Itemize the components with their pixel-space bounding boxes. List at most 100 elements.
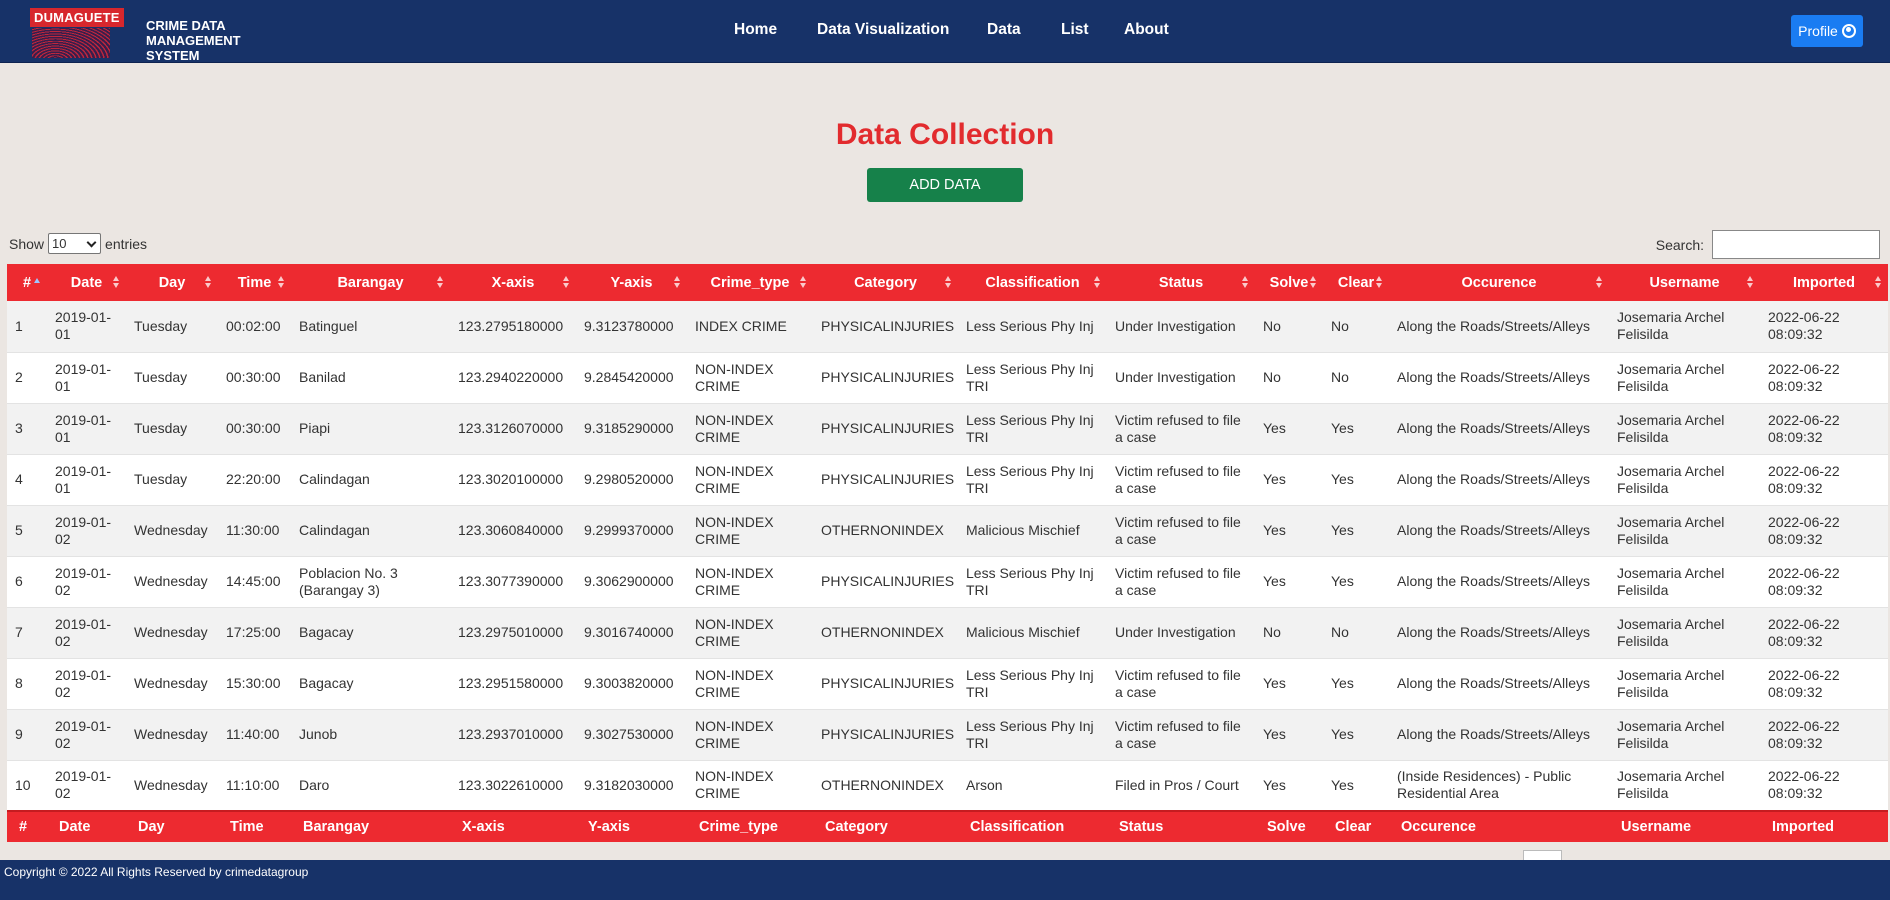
cell-username: Josemaria Archel Felisilda xyxy=(1609,709,1760,761)
table-row[interactable]: 5 2019-01-02 Wednesday 11:30:00 Calindagan 12… xyxy=(7,505,1888,557)
column-header-label: Occurence xyxy=(1461,274,1537,291)
column-header-number[interactable]: # xyxy=(7,264,47,301)
cell-date: 2019-01-02 xyxy=(47,556,126,608)
nav-list[interactable]: List xyxy=(1061,21,1089,39)
column-header-status[interactable]: Status xyxy=(1107,264,1255,301)
column-footer-username: Username xyxy=(1609,810,1760,842)
cell-occurence: Along the Roads/Streets/Alleys xyxy=(1389,505,1609,557)
column-footer-status: Status xyxy=(1107,810,1255,842)
column-header-y-axis[interactable]: Y-axis xyxy=(576,264,687,301)
table-row[interactable]: 10 2019-01-02 Wednesday 11:10:00 Daro 123.302… xyxy=(7,760,1888,812)
table-row[interactable]: 7 2019-01-02 Wednesday 17:25:00 Bagacay 123.2… xyxy=(7,607,1888,659)
sort-icon xyxy=(205,276,211,288)
cell-time: 22:20:00 xyxy=(218,454,291,506)
cell-y-axis: 9.3185290000 xyxy=(576,403,687,455)
cell-day: Wednesday xyxy=(126,607,218,659)
nav-data-visualization[interactable]: Data Visualization xyxy=(817,21,949,39)
nav-about[interactable]: About xyxy=(1124,21,1169,39)
column-header-crime-type[interactable]: Crime_type xyxy=(687,264,813,301)
sort-icon xyxy=(1875,276,1881,288)
column-header-label: Clear xyxy=(1337,274,1375,291)
column-header-classification[interactable]: Classification xyxy=(958,264,1107,301)
cell-username: Josemaria Archel Felisilda xyxy=(1609,301,1760,353)
table-header-row: # Date Day Time Barangay X-axis Y-axis Crime_ty… xyxy=(7,264,1888,301)
cell-classification: Arson xyxy=(958,760,1107,812)
table-row[interactable]: 9 2019-01-02 Wednesday 11:40:00 Junob 123.293… xyxy=(7,709,1888,761)
column-footer-solve: Solve xyxy=(1255,810,1323,842)
cell-imported: 2022-06-22 08:09:32 xyxy=(1760,556,1888,608)
column-footer-imported: Imported xyxy=(1760,810,1888,842)
cell-time: 11:10:00 xyxy=(218,760,291,812)
cell-y-axis: 9.2999370000 xyxy=(576,505,687,557)
column-footer-time: Time xyxy=(218,810,291,842)
table-footer-row: # Date Day Time Barangay X-axis Y-axis Crime_ty… xyxy=(7,810,1888,842)
profile-button[interactable]: Profile xyxy=(1791,15,1863,47)
cell-crime-type: NON-INDEX CRIME xyxy=(687,454,813,506)
column-header-x-axis[interactable]: X-axis xyxy=(450,264,576,301)
cell-crime-type: NON-INDEX CRIME xyxy=(687,352,813,404)
column-footer-date: Date xyxy=(47,810,126,842)
cell-occurence: Along the Roads/Streets/Alleys xyxy=(1389,658,1609,710)
cell-barangay: Daro xyxy=(291,760,450,812)
cell-number: 10 xyxy=(7,760,47,812)
column-header-label: Y-axis xyxy=(610,274,653,291)
cell-crime-type: NON-INDEX CRIME xyxy=(687,760,813,812)
cell-day: Tuesday xyxy=(126,454,218,506)
column-footer-category: Category xyxy=(813,810,958,842)
column-header-username[interactable]: Username xyxy=(1609,264,1760,301)
add-data-button[interactable]: ADD DATA xyxy=(867,168,1023,202)
table-row[interactable]: 8 2019-01-02 Wednesday 15:30:00 Bagacay 123.2… xyxy=(7,658,1888,710)
column-header-date[interactable]: Date xyxy=(47,264,126,301)
column-header-imported[interactable]: Imported xyxy=(1760,264,1888,301)
cell-date: 2019-01-02 xyxy=(47,505,126,557)
cell-barangay: Piapi xyxy=(291,403,450,455)
column-header-label: Date xyxy=(70,274,103,291)
cell-number: 7 xyxy=(7,607,47,659)
table-row[interactable]: 2 2019-01-01 Tuesday 00:30:00 Banilad 123.294… xyxy=(7,352,1888,404)
column-header-barangay[interactable]: Barangay xyxy=(291,264,450,301)
table-row[interactable]: 6 2019-01-02 Wednesday 14:45:00 Poblacion No… xyxy=(7,556,1888,608)
cell-occurence: Along the Roads/Streets/Alleys xyxy=(1389,709,1609,761)
cell-imported: 2022-06-22 08:09:32 xyxy=(1760,301,1888,353)
entries-select[interactable]: 10 xyxy=(48,233,102,254)
cell-status: Victim refused to file a case xyxy=(1107,403,1255,455)
cell-y-axis: 9.3062900000 xyxy=(576,556,687,608)
entries-label: entries xyxy=(105,235,148,252)
cell-time: 11:30:00 xyxy=(218,505,291,557)
cell-date: 2019-01-02 xyxy=(47,709,126,761)
sort-icon xyxy=(1747,276,1753,288)
cell-classification: Less Serious Phy Inj TRI xyxy=(958,556,1107,608)
cell-day: Tuesday xyxy=(126,352,218,404)
column-footer-x-axis: X-axis xyxy=(450,810,576,842)
cell-date: 2019-01-02 xyxy=(47,658,126,710)
cell-crime-type: NON-INDEX CRIME xyxy=(687,709,813,761)
cell-status: Victim refused to file a case xyxy=(1107,658,1255,710)
cell-classification: Less Serious Phy Inj TRI xyxy=(958,403,1107,455)
cell-date: 2019-01-01 xyxy=(47,352,126,404)
entries-control: Show 10 entries xyxy=(9,233,147,254)
search-input[interactable] xyxy=(1712,230,1880,259)
cell-category: OTHERNONINDEX xyxy=(813,760,958,812)
nav-data[interactable]: Data xyxy=(987,21,1021,39)
nav-home[interactable]: Home xyxy=(734,21,777,39)
column-header-category[interactable]: Category xyxy=(813,264,958,301)
column-header-occurence[interactable]: Occurence xyxy=(1389,264,1609,301)
cell-category: PHYSICALINJURIES xyxy=(813,709,958,761)
column-header-clear[interactable]: Clear xyxy=(1323,264,1389,301)
cell-status: Filed in Pros / Court xyxy=(1107,760,1255,812)
column-footer-day: Day xyxy=(126,810,218,842)
cell-x-axis: 123.2795180000 xyxy=(450,301,576,353)
table-row[interactable]: 1 2019-01-01 Tuesday 00:02:00 Batinguel 123.2… xyxy=(7,301,1888,353)
cell-solve: Yes xyxy=(1255,709,1323,761)
column-header-label: Time xyxy=(237,274,272,291)
cell-classification: Malicious Mischief xyxy=(958,505,1107,557)
pagination[interactable] xyxy=(1523,850,1562,860)
table-row[interactable]: 3 2019-01-01 Tuesday 00:30:00 Piapi 123.31260… xyxy=(7,403,1888,455)
column-header-day[interactable]: Day xyxy=(126,264,218,301)
column-header-label: Imported xyxy=(1792,274,1856,291)
column-header-solve[interactable]: Solve xyxy=(1255,264,1323,301)
table-row[interactable]: 4 2019-01-01 Tuesday 22:20:00 Calindagan 123.… xyxy=(7,454,1888,506)
cell-username: Josemaria Archel Felisilda xyxy=(1609,658,1760,710)
column-header-time[interactable]: Time xyxy=(218,264,291,301)
cell-barangay: Bagacay xyxy=(291,658,450,710)
